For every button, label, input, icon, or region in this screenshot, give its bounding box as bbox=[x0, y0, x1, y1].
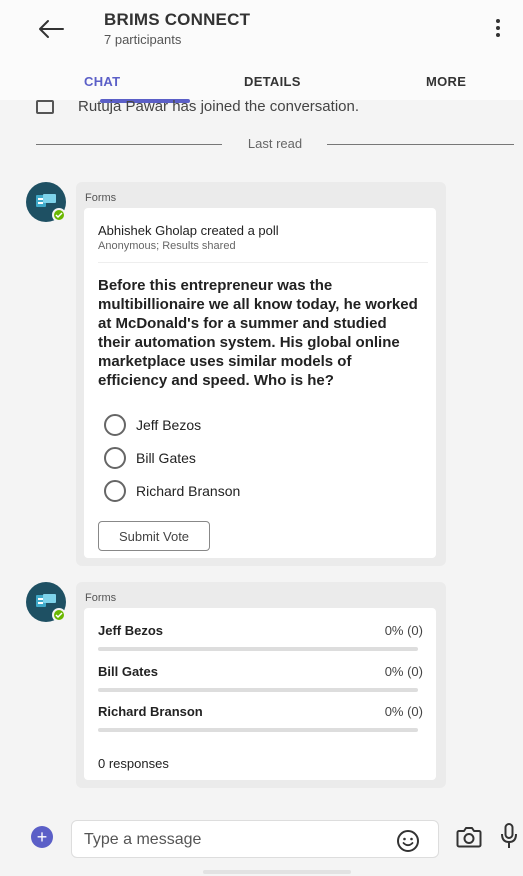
result-option-name: Bill Gates bbox=[98, 664, 158, 679]
kebab-dot bbox=[496, 26, 500, 30]
radio-button[interactable] bbox=[104, 447, 126, 469]
result-value: 0% (0) bbox=[384, 704, 423, 719]
result-value: 0% (0) bbox=[384, 623, 423, 638]
divider-line bbox=[327, 144, 514, 145]
system-message-text: Rutuja Pawar has joined the conversation… bbox=[78, 100, 360, 115]
poll-card: Abhishek Gholap created a poll Anonymous… bbox=[84, 208, 436, 558]
add-attachment-button[interactable]: + bbox=[31, 826, 53, 848]
poll-divider bbox=[98, 262, 428, 263]
result-row: Jeff Bezos 0% (0) bbox=[98, 623, 423, 653]
message-sender: Forms bbox=[85, 592, 117, 604]
compose-box bbox=[71, 820, 439, 858]
tab-chat[interactable]: CHAT bbox=[84, 74, 120, 89]
chat-screen: BRIMS CONNECT 7 participants CHAT DETAIL… bbox=[0, 0, 523, 876]
submit-vote-button[interactable]: Submit Vote bbox=[98, 521, 210, 551]
tab-bar: CHAT DETAILS MORE bbox=[0, 66, 523, 100]
poll-results-message: Forms Jeff Bezos 0% (0) Bill Gates 0% (0… bbox=[76, 582, 446, 788]
plus-icon: + bbox=[36, 827, 48, 847]
calendar-icon bbox=[36, 100, 54, 114]
poll-creator: Abhishek Gholap created a poll bbox=[98, 223, 279, 238]
kebab-dot bbox=[496, 19, 500, 23]
result-option-name: Richard Branson bbox=[98, 704, 203, 719]
more-options-button[interactable] bbox=[488, 16, 508, 40]
response-count: 0 responses bbox=[98, 756, 169, 771]
poll-message: Forms Abhishek Gholap created a poll Ano… bbox=[76, 182, 446, 566]
chat-title: BRIMS CONNECT bbox=[104, 10, 251, 29]
result-row: Richard Branson 0% (0) bbox=[98, 704, 423, 734]
result-bar bbox=[98, 647, 418, 651]
option-label: Jeff Bezos bbox=[136, 417, 202, 433]
home-indicator bbox=[203, 870, 351, 874]
participants-count[interactable]: 7 participants bbox=[104, 32, 181, 47]
option-label: Bill Gates bbox=[136, 450, 196, 466]
app-header: BRIMS CONNECT 7 participants CHAT DETAIL… bbox=[0, 0, 523, 100]
poll-option[interactable]: Richard Branson bbox=[104, 479, 240, 503]
result-row: Bill Gates 0% (0) bbox=[98, 664, 423, 694]
poll-option[interactable]: Bill Gates bbox=[104, 446, 196, 470]
result-bar bbox=[98, 728, 418, 732]
poll-option[interactable]: Jeff Bezos bbox=[104, 413, 201, 437]
system-message: Rutuja Pawar has joined the conversation… bbox=[36, 100, 516, 120]
tab-details[interactable]: DETAILS bbox=[244, 74, 301, 89]
result-bar bbox=[98, 688, 418, 692]
radio-button[interactable] bbox=[104, 414, 126, 436]
emoji-icon[interactable] bbox=[396, 829, 420, 853]
forms-icon bbox=[36, 594, 56, 607]
result-value: 0% (0) bbox=[384, 664, 423, 679]
forms-avatar[interactable] bbox=[26, 182, 66, 222]
option-label: Richard Branson bbox=[136, 483, 241, 499]
message-input[interactable] bbox=[84, 829, 384, 851]
tab-more[interactable]: MORE bbox=[426, 74, 466, 89]
result-option-name: Jeff Bezos bbox=[98, 623, 164, 638]
last-read-divider: Last read bbox=[36, 134, 514, 154]
forms-avatar[interactable] bbox=[26, 582, 66, 622]
camera-icon[interactable] bbox=[456, 826, 482, 848]
poll-settings: Anonymous; Results shared bbox=[98, 240, 236, 252]
back-button[interactable] bbox=[36, 16, 66, 42]
kebab-dot bbox=[496, 33, 500, 37]
poll-question: Before this entrepreneur was the multibi… bbox=[98, 277, 418, 389]
message-sender: Forms bbox=[85, 192, 117, 204]
microphone-icon[interactable] bbox=[500, 822, 518, 850]
online-status-icon bbox=[52, 208, 66, 222]
results-card: Jeff Bezos 0% (0) Bill Gates 0% (0) Rich… bbox=[84, 608, 436, 780]
forms-icon bbox=[36, 194, 56, 207]
arrow-left-icon bbox=[39, 20, 64, 38]
online-status-icon bbox=[52, 608, 66, 622]
radio-button[interactable] bbox=[104, 480, 126, 502]
